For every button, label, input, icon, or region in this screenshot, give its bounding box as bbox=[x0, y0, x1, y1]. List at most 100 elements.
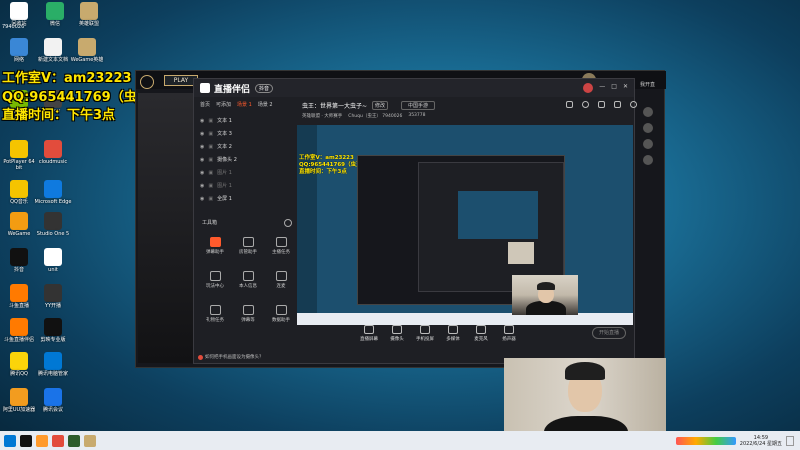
lock-icon[interactable]: ▣ bbox=[208, 144, 213, 150]
notification-icon[interactable] bbox=[786, 435, 794, 446]
lock-icon[interactable]: ▣ bbox=[208, 196, 213, 202]
category-select[interactable]: 中国手游 bbox=[401, 101, 436, 110]
desktop-icon-label: YY开播 bbox=[44, 303, 62, 309]
friends-list[interactable] bbox=[640, 101, 656, 331]
desktop-icon-label: 腾讯电脑管家 bbox=[37, 371, 68, 377]
desktop-icon[interactable]: 网络 bbox=[0, 38, 38, 63]
scene-tab[interactable]: 场景 2 bbox=[258, 101, 273, 108]
lock-icon[interactable]: ▣ bbox=[208, 118, 213, 124]
tool-item[interactable]: 礼物任务 bbox=[200, 305, 230, 323]
eye-icon[interactable]: ◉ bbox=[200, 118, 204, 124]
tool-item[interactable]: 主播任务 bbox=[266, 237, 296, 255]
stream-preview[interactable]: 工作室V：am23223 QQ:965441769（虫王） 直播时间：下午3点 bbox=[297, 125, 633, 325]
layer-label: 图片 1 bbox=[217, 183, 232, 189]
desktop-icon[interactable]: 回收站 bbox=[0, 2, 38, 27]
desktop-icon[interactable]: Microsoft Edge bbox=[34, 180, 72, 205]
lock-icon[interactable]: ▣ bbox=[208, 157, 213, 163]
desktop-icon-label: 腾讯QQ bbox=[10, 371, 28, 377]
desktop-icon[interactable]: cloudmusic bbox=[34, 140, 72, 165]
bottom-tool[interactable]: 直播屏幕 bbox=[354, 325, 384, 342]
bottom-tool[interactable]: 扬声器 bbox=[494, 325, 524, 342]
tool-item[interactable]: 弹幕助手 bbox=[200, 237, 230, 255]
bottom-tool[interactable]: 手机投屏 bbox=[410, 325, 440, 342]
start-live-button[interactable]: 开始直播 bbox=[592, 327, 626, 339]
desktop-icon[interactable]: 阿里UU加速器 bbox=[0, 388, 38, 413]
start-icon[interactable] bbox=[4, 434, 16, 447]
lock-icon[interactable]: ▣ bbox=[208, 183, 213, 189]
layer-row[interactable]: ◉ ▣ 文本 2 bbox=[194, 140, 292, 153]
eye-icon[interactable]: ◉ bbox=[200, 131, 204, 137]
desktop-icon[interactable]: 腾讯QQ bbox=[0, 352, 38, 377]
tool-item[interactable]: 房管助手 bbox=[233, 237, 263, 255]
desktop-icon[interactable]: YY开播 bbox=[34, 284, 72, 309]
desktop-icon[interactable]: 英雄联盟 bbox=[70, 2, 108, 27]
desktop-icon[interactable]: PotPlayer 64 bit bbox=[0, 140, 38, 171]
platform-badge[interactable]: 抖音 bbox=[255, 83, 274, 93]
scene-tabs: 首页 可添加 场景 1 场景 2 bbox=[200, 101, 273, 108]
tiktok-icon[interactable] bbox=[20, 434, 32, 447]
tool-item[interactable]: 玩法中心 bbox=[200, 271, 230, 289]
preview-taskbar bbox=[297, 313, 633, 325]
desktop-icon[interactable]: WeGame bbox=[0, 212, 38, 237]
app-icon bbox=[10, 180, 28, 198]
stream-companion-window[interactable]: 直播伴侣 抖音 — □ ✕ 首页 可添加 场景 1 场景 2 ◉ ▣ 文本 1 ◉ ▣ 文本 3… bbox=[193, 78, 637, 364]
tool-item[interactable]: 连麦 bbox=[266, 271, 296, 289]
share-icon[interactable] bbox=[630, 101, 637, 108]
bag-icon[interactable] bbox=[598, 101, 605, 108]
lock-icon[interactable]: ▣ bbox=[208, 170, 213, 176]
desktop: { "overlay": { "line1": "工作室V：am23223", … bbox=[0, 0, 800, 450]
overlay-time-text: 直播时间：下午3点 bbox=[2, 108, 116, 123]
desktop-icon[interactable]: 腾讯会议 bbox=[34, 388, 72, 413]
eye-icon[interactable]: ◉ bbox=[200, 157, 204, 163]
eye-icon[interactable]: ◉ bbox=[200, 183, 204, 189]
league-icon[interactable] bbox=[84, 434, 96, 447]
desktop-icon[interactable]: 新建文本文档 bbox=[34, 38, 72, 63]
desktop-icon[interactable]: QQ音乐 bbox=[0, 180, 38, 205]
close-icon[interactable]: ✕ bbox=[623, 83, 628, 93]
app-icon[interactable] bbox=[68, 434, 80, 447]
bottom-tool[interactable]: 麦克风 bbox=[466, 325, 496, 342]
tray-icons[interactable] bbox=[675, 436, 736, 445]
folder-icon[interactable] bbox=[36, 434, 48, 447]
tool-icon bbox=[275, 237, 287, 247]
eye-icon[interactable]: ◉ bbox=[200, 196, 204, 202]
desktop-icon[interactable]: unit bbox=[34, 248, 72, 273]
tool-item[interactable]: 弹幕等 bbox=[233, 305, 263, 323]
layer-row[interactable]: ◉ ▣ 文本 1 bbox=[194, 114, 292, 127]
desktop-icon[interactable]: 抖音 bbox=[0, 248, 38, 273]
desktop-icon[interactable]: 微信 bbox=[36, 2, 74, 27]
scene-tab[interactable]: 可添加 bbox=[216, 101, 231, 108]
layer-row[interactable]: ◉ ▣ 图片 1 bbox=[194, 179, 292, 192]
maximize-icon[interactable]: □ bbox=[611, 83, 617, 93]
tool-item[interactable]: 数据助手 bbox=[266, 305, 296, 323]
desktop-icon[interactable]: 腾讯电脑管家 bbox=[34, 352, 72, 377]
user-avatar[interactable] bbox=[583, 83, 594, 93]
layer-row[interactable]: ◉ ▣ 全屏 1 bbox=[194, 192, 292, 205]
eye-icon[interactable]: ◉ bbox=[200, 144, 204, 150]
desktop-icon-label: 抖音 bbox=[13, 267, 24, 273]
lock-icon[interactable]: ▣ bbox=[208, 131, 213, 137]
bottom-tool[interactable]: 摄像头 bbox=[382, 325, 412, 342]
refresh-icon[interactable] bbox=[582, 101, 589, 108]
tool-item[interactable]: 本人信息 bbox=[233, 271, 263, 289]
desktop-icon[interactable]: 斗鱼直播伴侣 bbox=[0, 318, 38, 343]
minimize-icon[interactable]: — bbox=[599, 83, 605, 93]
desktop-icon-label: WeGame英雄 bbox=[70, 57, 104, 63]
layer-row[interactable]: ◉ ▣ 摄像头 2 bbox=[194, 153, 292, 166]
bottom-tool[interactable]: 多媒体 bbox=[438, 325, 468, 342]
settings-icon[interactable] bbox=[284, 219, 292, 227]
notice-bar[interactable]: 如何把手机画面设为摄像头？ bbox=[198, 354, 264, 360]
desktop-icon[interactable]: WeGame英雄 bbox=[68, 38, 106, 63]
desktop-icon[interactable]: Studio One 5 bbox=[34, 212, 72, 237]
scene-tab[interactable]: 场景 1 bbox=[237, 101, 252, 108]
eye-icon[interactable]: ◉ bbox=[200, 170, 204, 176]
record-icon[interactable] bbox=[52, 434, 64, 447]
edit-title-button[interactable]: 修改 bbox=[372, 101, 389, 110]
scene-tab[interactable]: 首页 bbox=[200, 101, 210, 108]
desktop-icon[interactable]: 斗鱼直播 bbox=[0, 284, 38, 309]
grid-icon[interactable] bbox=[614, 101, 621, 108]
layer-row[interactable]: ◉ ▣ 文本 3 bbox=[194, 127, 292, 140]
layer-row[interactable]: ◉ ▣ 图片 1 bbox=[194, 166, 292, 179]
gift-icon[interactable] bbox=[566, 101, 573, 108]
desktop-icon[interactable]: 剪映专业版 bbox=[34, 318, 72, 343]
